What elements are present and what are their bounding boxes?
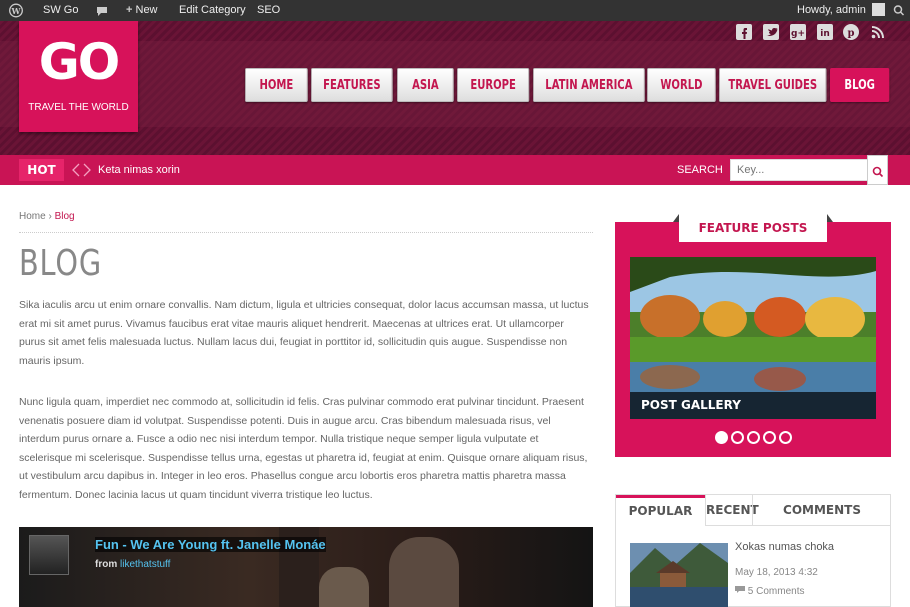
page-title: BLOG [19, 243, 102, 284]
slider-dot[interactable] [763, 431, 776, 444]
ticker-next-icon[interactable] [82, 163, 92, 180]
ticker-prev-icon[interactable] [71, 163, 81, 180]
video-figure-shape [319, 567, 369, 607]
video-title[interactable]: Fun - We Are Young ft. Janelle Monáe [95, 537, 326, 552]
twitter-icon[interactable] [763, 24, 779, 40]
post-comments[interactable]: 5 Comments [735, 585, 804, 597]
google-plus-icon[interactable]: g+ [790, 24, 806, 40]
logo-tagline: TRAVEL THE WORLD [28, 102, 129, 113]
post-date: May 18, 2013 4:32 [735, 567, 818, 578]
comment-icon [735, 586, 745, 597]
wordpress-icon[interactable]: W [9, 0, 23, 21]
nav-asia[interactable]: ASIA [397, 68, 454, 102]
nav-latin-america[interactable]: LATIN AMERICA [533, 68, 645, 102]
seo-link[interactable]: SEO [257, 0, 280, 21]
nav-features[interactable]: FEATURES [311, 68, 393, 102]
admin-avatar [871, 3, 885, 16]
video-from-label: from [95, 559, 118, 570]
ticker-text[interactable]: Keta nimas xorin [98, 155, 180, 185]
tab-comments[interactable]: COMMENTS [752, 495, 891, 526]
body-paragraph: Nunc ligula quam, imperdiet nec commodo … [19, 396, 588, 501]
feature-post-caption[interactable]: POST GALLERY [630, 392, 876, 419]
svg-text:p: p [848, 28, 855, 39]
howdy-label: Howdy, admin [797, 4, 866, 16]
facebook-icon[interactable] [736, 24, 752, 40]
site-header: GO TRAVEL THE WORLD g+ in p HOME FEATURE… [0, 21, 910, 155]
linkedin-icon[interactable]: in [817, 24, 833, 40]
comments-icon[interactable] [96, 0, 108, 21]
video-figure-shape [389, 537, 459, 607]
logo-text: GO [38, 33, 121, 91]
rss-icon[interactable] [870, 24, 886, 40]
feature-posts-widget: FEATURE POSTS POST GALLERY [615, 214, 891, 457]
plus-icon: + [126, 4, 133, 16]
breadcrumb-home[interactable]: Home [19, 211, 46, 222]
site-logo[interactable]: GO TRAVEL THE WORLD [19, 21, 138, 132]
hot-bar: HOT Keta nimas xorin SEARCH [0, 155, 910, 185]
tab-recent-label: RECENT [706, 503, 759, 517]
intro-paragraph: Sika iaculis arcu ut enim ornare convall… [19, 299, 589, 367]
slider-dot[interactable] [731, 431, 744, 444]
svg-text:W: W [11, 6, 22, 16]
pinterest-icon[interactable]: p [843, 24, 859, 40]
breadcrumb-divider [19, 232, 593, 233]
edit-category-link[interactable]: Edit Category [179, 0, 246, 21]
site-name-link[interactable]: SW Go [43, 0, 78, 21]
breadcrumb: Home › Blog [19, 211, 75, 222]
search-button[interactable] [867, 155, 888, 185]
nav-travel-guides[interactable]: TRAVEL GUIDES [719, 68, 827, 102]
post-comments-count: 5 Comments [747, 586, 805, 597]
video-from: from likethatstuff [95, 559, 170, 570]
search-label: SEARCH [677, 164, 723, 176]
svg-text:in: in [820, 29, 830, 39]
breadcrumb-current: Blog [54, 211, 75, 222]
nav-europe[interactable]: EUROPE [457, 68, 530, 102]
admin-search-icon[interactable] [893, 0, 905, 21]
hot-label: HOT [19, 159, 64, 181]
channel-avatar[interactable] [29, 535, 69, 575]
nav-world[interactable]: WORLD [647, 68, 716, 102]
nav-blog[interactable]: BLOG [830, 68, 890, 102]
heading-corner [827, 214, 833, 222]
post-title[interactable]: Xokas numas choka [735, 541, 834, 553]
slider-dot[interactable] [779, 431, 792, 444]
svg-text:g+: g+ [791, 29, 805, 39]
search-input[interactable] [730, 159, 868, 181]
nav-home[interactable]: HOME [245, 68, 308, 102]
tab-recent[interactable]: RECENT [705, 495, 759, 526]
new-label: New [135, 4, 158, 16]
post-thumbnail[interactable] [630, 543, 728, 607]
feature-posts-heading: FEATURE POSTS [673, 214, 833, 242]
slider-dot[interactable] [747, 431, 760, 444]
tab-popular[interactable]: POPULAR [616, 495, 705, 526]
video-channel-link[interactable]: likethatstuff [120, 559, 170, 570]
feature-posts-title: FEATURE POSTS [698, 221, 808, 235]
slider-dot[interactable] [715, 431, 728, 444]
howdy-link[interactable]: Howdy, admin [797, 0, 885, 21]
new-content-link[interactable]: + New [126, 0, 158, 21]
admin-bar: W SW Go + New Edit Category SEO Howdy, a… [0, 0, 910, 21]
search-icon [872, 166, 884, 181]
heading-corner [673, 214, 679, 222]
video-embed[interactable]: Fun - We Are Young ft. Janelle Monáe fro… [19, 527, 593, 607]
